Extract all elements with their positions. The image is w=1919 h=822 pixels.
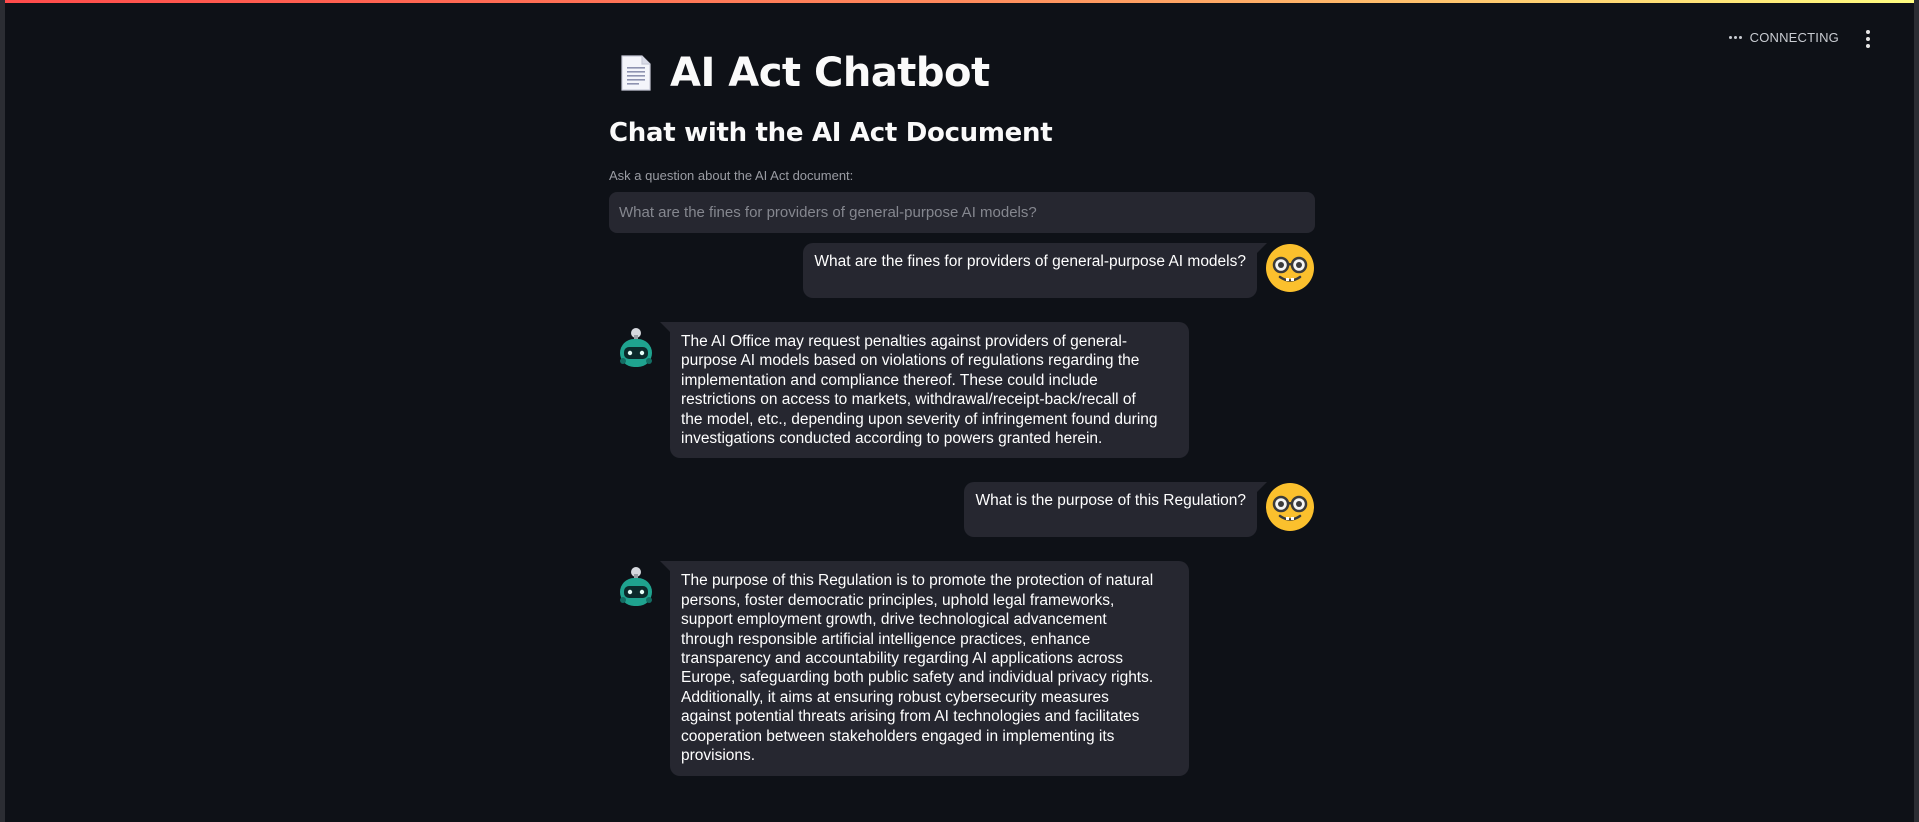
vertical-dots-icon [1866,30,1870,34]
bot-message-bubble: The AI Office may request penalties agai… [660,322,1189,459]
chat-message-user: What is the purpose of this Regulation? [609,482,1315,538]
bot-message-line: the model, etc., depending upon severity… [681,410,1158,428]
chat-message-bot: The AI Office may request penalties agai… [609,322,1315,459]
page-subtitle: Chat with the AI Act Document [609,118,1053,148]
nerd-face-icon [1265,243,1315,293]
bot-message-line: transparency and accountability regardin… [681,650,1124,668]
bot-message-line: Additionally, it aims at ensuring robust… [681,688,1109,706]
chat-message-bot: The purpose of this Regulation is to pro… [609,561,1315,776]
app-window: CONNECTING AI Act Chatbot Chat with the … [0,0,1919,822]
bot-message-line: investigations conducted according to po… [681,430,1103,448]
bot-message-line: against potential threats arising from A… [681,708,1140,726]
status-label: CONNECTING [1749,30,1839,45]
user-message-bubble: What is the purpose of this Regulation? [964,482,1267,538]
page-header: AI Act Chatbot [618,50,1315,96]
chat-history: What are the fines for providers of gene… [609,243,1315,776]
bot-message-line: provisions. [681,747,756,765]
question-input[interactable] [609,192,1315,233]
bot-message-line: persons, foster democratic principles, u… [681,591,1115,609]
bot-message-line: cooperation between stakeholders engaged… [681,727,1115,745]
document-icon [618,54,652,92]
main-content: AI Act Chatbot Chat with the AI Act Docu… [609,50,1315,776]
bot-message-line: restrictions on access to markets, withd… [681,391,1136,409]
chat-message-user: What are the fines for providers of gene… [609,243,1315,298]
bot-message-line: Europe, safeguarding both public safety … [681,669,1154,687]
bot-message-line: implementation and compliance thereof. T… [681,371,1098,389]
bot-message-line: through responsible artificial intellige… [681,630,1091,648]
bot-message-bubble: The purpose of this Regulation is to pro… [660,561,1189,776]
robot-icon [614,325,658,369]
top-decoration-bar [5,0,1914,3]
ellipsis-icon [1728,36,1742,39]
bot-message-line: The AI Office may request penalties agai… [681,333,1128,350]
question-label: Ask a question about the AI Act document… [609,168,854,183]
bot-message-line: support employment growth, drive technol… [681,611,1107,629]
bot-message-line: purpose AI models based on violations of… [681,352,1140,370]
main-menu-button[interactable] [1858,28,1878,50]
page-title: AI Act Chatbot [670,50,990,96]
bot-message-line: The purpose of this Regulation is to pro… [681,572,1154,590]
robot-icon [614,564,658,608]
connection-status: CONNECTING [1728,30,1839,45]
user-message-bubble: What are the fines for providers of gene… [803,243,1267,298]
nerd-face-icon [1265,482,1315,532]
